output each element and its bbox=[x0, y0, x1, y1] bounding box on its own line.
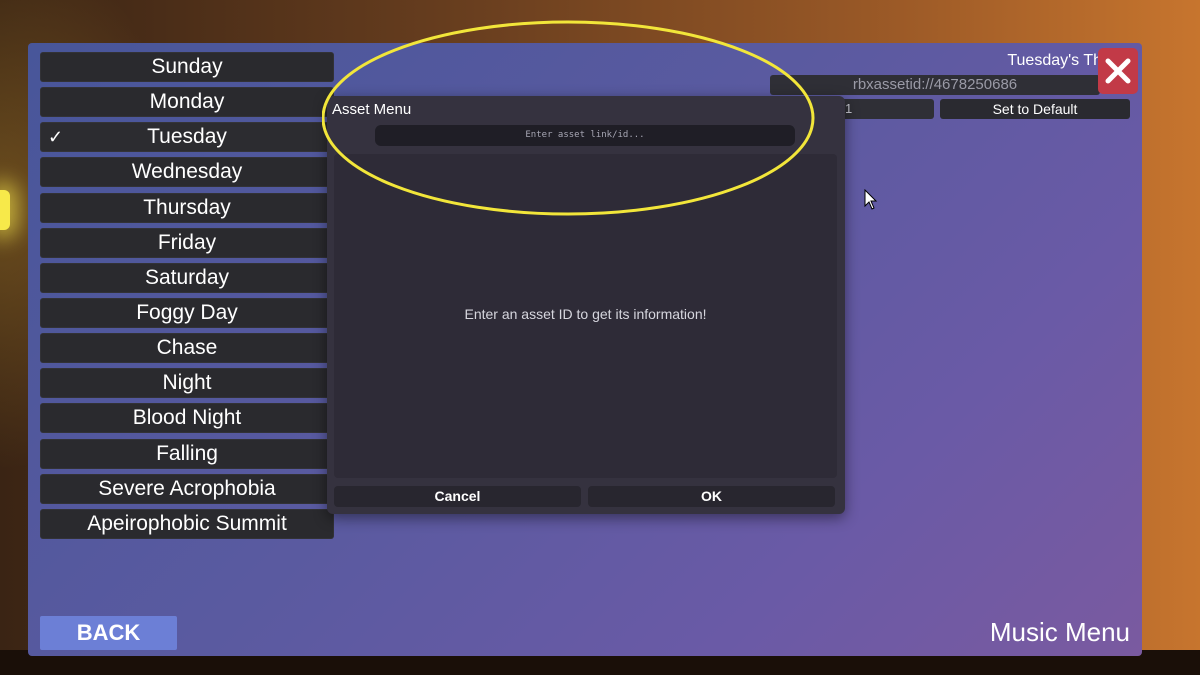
day-item-blood-night[interactable]: Blood Night bbox=[40, 403, 334, 434]
lamp-light bbox=[0, 190, 10, 230]
day-label: Chase bbox=[156, 336, 218, 360]
day-label: Night bbox=[162, 371, 212, 395]
day-item-sunday[interactable]: Sunday bbox=[40, 52, 334, 82]
cancel-button[interactable]: Cancel bbox=[334, 486, 581, 507]
day-item-saturday[interactable]: Saturday bbox=[40, 262, 334, 293]
back-button[interactable]: BACK bbox=[40, 616, 177, 650]
day-label: Falling bbox=[156, 441, 218, 465]
asset-id-field[interactable]: rbxassetid://4678250686 bbox=[770, 75, 1100, 95]
day-label: Apeirophobic Summit bbox=[87, 511, 287, 535]
day-item-wednesday[interactable]: Wednesday bbox=[40, 157, 334, 188]
day-item-thursday[interactable]: Thursday bbox=[40, 192, 334, 223]
day-label: Saturday bbox=[144, 265, 230, 289]
dialog-title: Asset Menu bbox=[332, 101, 412, 118]
checkmark-icon: ✓ bbox=[48, 127, 64, 148]
day-item-apeirophobic-summit[interactable]: Apeirophobic Summit bbox=[40, 508, 334, 539]
close-button[interactable] bbox=[1098, 48, 1138, 94]
set-to-default-button[interactable]: Set to Default bbox=[940, 99, 1130, 119]
day-item-tuesday[interactable]: ✓ Tuesday bbox=[40, 122, 334, 153]
music-menu-label: Music Menu bbox=[989, 617, 1130, 647]
asset-link-input[interactable]: Enter asset link/id... bbox=[375, 125, 795, 146]
day-label: Blood Night bbox=[132, 406, 242, 430]
day-list: Sunday Monday ✓ Tuesday Wednesday Thursda… bbox=[40, 52, 334, 544]
asset-menu-dialog: Asset Menu Enter asset link/id... Enter … bbox=[327, 96, 845, 514]
day-label: Thursday bbox=[143, 195, 231, 219]
day-item-falling[interactable]: Falling bbox=[40, 438, 334, 469]
day-item-friday[interactable]: Friday bbox=[40, 227, 334, 258]
mouse-cursor-icon bbox=[864, 189, 878, 210]
day-label: Sunday bbox=[151, 55, 223, 78]
day-label: Friday bbox=[157, 230, 217, 254]
day-label: Foggy Day bbox=[136, 300, 238, 324]
day-item-chase[interactable]: Chase bbox=[40, 333, 334, 364]
asset-info-area: Enter an asset ID to get its information… bbox=[334, 154, 837, 478]
day-label: Severe Acrophobia bbox=[98, 476, 276, 500]
ok-button[interactable]: OK bbox=[588, 486, 835, 507]
day-item-foggy-day[interactable]: Foggy Day bbox=[40, 297, 334, 328]
day-label: Monday bbox=[149, 90, 225, 114]
day-item-severe-acrophobia[interactable]: Severe Acrophobia bbox=[40, 473, 334, 504]
theme-title: Tuesday's Th bbox=[1007, 52, 1102, 69]
day-label: Wednesday bbox=[131, 160, 243, 184]
day-label: Tuesday bbox=[147, 125, 227, 149]
day-item-night[interactable]: Night bbox=[40, 368, 334, 399]
asset-info-message: Enter an asset ID to get its information… bbox=[464, 306, 707, 322]
day-item-monday[interactable]: Monday bbox=[40, 87, 334, 118]
x-icon bbox=[1105, 58, 1131, 84]
